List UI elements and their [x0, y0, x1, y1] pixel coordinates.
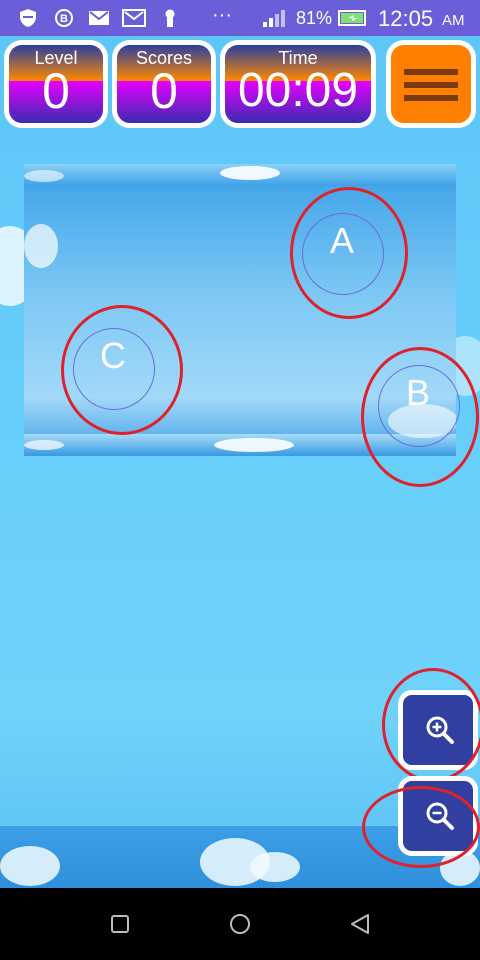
cloud [214, 438, 294, 452]
svg-text:B: B [60, 13, 68, 25]
home-icon[interactable] [229, 913, 251, 935]
navigation-bar [0, 888, 480, 960]
hamburger-menu-icon [404, 69, 458, 101]
time-value: 00:09 [237, 64, 359, 117]
scores-value: 0 [150, 63, 178, 119]
cloud [24, 440, 64, 450]
key-icon [165, 9, 175, 27]
time-panel: Time 00:09 [220, 40, 376, 128]
battery-percent: 81% [296, 8, 333, 28]
overflow-dots: ··· [212, 4, 232, 26]
level-panel: Level 0 [4, 40, 108, 128]
scores-panel: Scores 0 [112, 40, 216, 128]
game-area: Level 0 Scores 0 Time 00:09 A B C [0, 36, 480, 888]
shield-icon [20, 9, 36, 27]
cloud [24, 170, 64, 182]
clock-time: 12:05 [378, 6, 434, 31]
highlight-ring-zoom-out [362, 786, 480, 868]
b-icon: B [55, 9, 73, 27]
cloud [220, 166, 280, 180]
highlight-ring-b [361, 347, 479, 487]
signal-icon [263, 10, 285, 27]
highlight-ring-a [290, 187, 408, 319]
mail-icon [89, 11, 109, 25]
cloud [24, 224, 58, 268]
mail-icon [122, 9, 146, 27]
back-icon[interactable] [349, 913, 371, 935]
clock-ampm: AM [442, 12, 465, 29]
highlight-ring-zoom-in [382, 668, 480, 782]
level-value: 0 [42, 63, 70, 119]
menu-button[interactable] [386, 40, 476, 128]
recent-apps-icon[interactable] [110, 914, 130, 934]
highlight-ring-c [61, 305, 183, 435]
battery-icon [338, 10, 366, 26]
status-bar: B ··· 81% 12:05 AM [0, 0, 480, 36]
